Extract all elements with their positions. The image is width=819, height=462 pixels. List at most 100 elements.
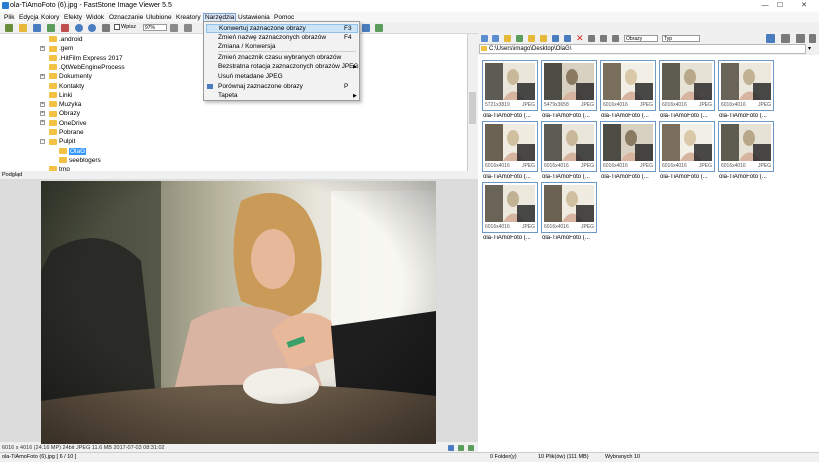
- nav-forward-icon[interactable]: [492, 35, 499, 42]
- dropdown-item[interactable]: Porównaj zaznaczone obrazy: [218, 82, 358, 91]
- menu-ulubione[interactable]: Ulubione: [145, 13, 173, 22]
- fullscreen-icon[interactable]: [468, 445, 474, 451]
- thumb-size-icon[interactable]: [612, 35, 619, 42]
- slideshow-icon[interactable]: [362, 24, 370, 32]
- move-icon[interactable]: [564, 35, 571, 42]
- sort-select[interactable]: Typ: [662, 35, 700, 42]
- thumbnail-name: ola-TiAmoFoto (...: [601, 174, 649, 180]
- path-input[interactable]: C:\Users\imago\Desktop\OlaG\: [479, 44, 806, 54]
- tree-item-label: Linki: [59, 91, 73, 99]
- thumbnail-format: JPEG: [580, 224, 594, 230]
- tree-item-label: seeblogers: [69, 156, 101, 164]
- layout-2-icon[interactable]: [781, 34, 790, 43]
- zoom-select[interactable]: 97%: [143, 24, 167, 31]
- tree-item[interactable]: + Dokumenty: [40, 72, 92, 81]
- tree-item[interactable]: Pobrane: [40, 128, 84, 137]
- menu-edycja[interactable]: Edycja: [18, 13, 40, 22]
- tree-item[interactable]: seeblogers: [50, 156, 101, 165]
- back-icon[interactable]: [75, 24, 83, 32]
- thumbnail[interactable]: 6016x4016 JPEG: [482, 182, 538, 233]
- fit-view-icon[interactable]: [448, 445, 454, 451]
- dropdown-item[interactable]: Zmiana / Konwersja: [218, 42, 358, 51]
- tree-item[interactable]: Linki: [40, 91, 72, 100]
- dropdown-item[interactable]: Konwertuj zaznaczone obrazy: [206, 24, 358, 33]
- thumbnail[interactable]: 6016x4016 JPEG: [600, 60, 656, 111]
- tree-item[interactable]: + .gem: [40, 44, 73, 53]
- thumbnail[interactable]: 6016x4016 JPEG: [718, 60, 774, 111]
- thumbnail[interactable]: 6016x4016 JPEG: [541, 121, 597, 172]
- new-folder-icon[interactable]: [540, 35, 547, 42]
- menu-efekty[interactable]: Efekty: [63, 13, 83, 22]
- thumbnail[interactable]: 6016x4016 JPEG: [541, 182, 597, 233]
- filter-select[interactable]: Obrazy: [624, 35, 658, 42]
- menu-kreatory[interactable]: Kreatory: [175, 13, 202, 22]
- tree-item[interactable]: + Muzyka: [40, 100, 81, 109]
- tree-item-label: Dokumenty: [59, 73, 92, 81]
- layout-4-icon[interactable]: [809, 34, 816, 43]
- expand-icon[interactable]: +: [40, 73, 45, 79]
- actual-size-icon[interactable]: [458, 445, 464, 451]
- dropdown-item[interactable]: Tapeta: [218, 91, 358, 100]
- thumbnail[interactable]: 5479x3658 JPEG: [541, 60, 597, 111]
- copy-icon[interactable]: [552, 35, 559, 42]
- layout-1-icon[interactable]: [766, 34, 775, 43]
- favorites-icon[interactable]: [528, 35, 535, 42]
- preview-image[interactable]: [41, 181, 436, 444]
- thumbnail-image: [485, 124, 535, 161]
- tree-item[interactable]: - Pulpit: [40, 137, 75, 146]
- thumbnail[interactable]: 6016x4016 JPEG: [659, 121, 715, 172]
- hand-icon[interactable]: [170, 24, 178, 32]
- dropdown-item[interactable]: Usuń metadane JPEG: [218, 72, 358, 81]
- folder-up-icon[interactable]: [504, 35, 511, 42]
- menu-plik[interactable]: Plik: [3, 13, 15, 22]
- tree-item[interactable]: + Obrazy: [40, 109, 80, 118]
- menu-widok[interactable]: Widok: [85, 13, 105, 22]
- tree-item[interactable]: Kontakty: [40, 82, 84, 91]
- nav-back-icon[interactable]: [481, 35, 488, 42]
- tree-item[interactable]: .QtWebEngineProcess: [40, 63, 125, 72]
- open-icon[interactable]: [5, 24, 13, 32]
- thumbnail[interactable]: 6016x4016 JPEG: [718, 121, 774, 172]
- thumbnail[interactable]: 5721x3819 JPEG: [482, 60, 538, 111]
- tree-item[interactable]: + OneDrive: [40, 119, 86, 128]
- expand-icon[interactable]: +: [40, 46, 45, 52]
- refresh-icon[interactable]: [516, 35, 523, 42]
- collapse-icon[interactable]: -: [40, 139, 45, 145]
- delete-icon[interactable]: [61, 24, 69, 32]
- thumbnail-format: JPEG: [698, 163, 712, 169]
- fit-checkbox[interactable]: [114, 24, 120, 30]
- select-all-icon[interactable]: [588, 35, 595, 42]
- tree-item-label: .gem: [59, 45, 74, 53]
- thumbnail[interactable]: 6016x4016 JPEG: [659, 60, 715, 111]
- dropdown-item[interactable]: Zmień znacznik czasu wybranych obrazów: [218, 53, 358, 62]
- forward-icon[interactable]: [88, 24, 96, 32]
- maximize-button[interactable]: ☐: [770, 1, 790, 11]
- tree-item[interactable]: OlaG: [50, 147, 87, 156]
- layout-3-icon[interactable]: [796, 34, 805, 43]
- email-icon[interactable]: [375, 24, 383, 32]
- expand-icon[interactable]: +: [40, 111, 45, 117]
- expand-icon[interactable]: +: [40, 101, 45, 107]
- tree-item[interactable]: .android: [40, 35, 83, 44]
- thumbnail[interactable]: 6016x4016 JPEG: [600, 121, 656, 172]
- menu-kolory[interactable]: Kolory: [40, 13, 60, 22]
- thumbnail-name: ola-TiAmoFoto (...: [542, 113, 590, 119]
- grid-icon[interactable]: [600, 35, 607, 42]
- tree-scrollbar-thumb[interactable]: [469, 92, 476, 124]
- folder-icon: [59, 157, 67, 164]
- close-button[interactable]: ✕: [794, 1, 814, 11]
- dropdown-item[interactable]: Zmień nazwę zaznaczonych obrazów: [218, 33, 358, 42]
- save-icon[interactable]: [33, 24, 41, 32]
- rotate-icon[interactable]: [184, 24, 192, 32]
- dropdown-item[interactable]: Bezstratna rotacja zaznaczonych obrazów …: [218, 62, 359, 71]
- path-dropdown-icon[interactable]: ▾: [808, 45, 811, 52]
- folder-icon[interactable]: [19, 24, 27, 32]
- thumbnail[interactable]: 6016x4016 JPEG: [482, 121, 538, 172]
- expand-icon[interactable]: +: [40, 120, 45, 126]
- delete-x-icon[interactable]: ✕: [576, 33, 584, 44]
- print-icon[interactable]: [47, 24, 55, 32]
- zoom-icon[interactable]: [102, 24, 110, 32]
- thumbnail-resolution: 6016x4016: [603, 102, 628, 108]
- menu-oznaczanie[interactable]: Oznaczanie: [108, 13, 144, 22]
- tree-item[interactable]: .HitFilm Express 2017: [40, 54, 123, 63]
